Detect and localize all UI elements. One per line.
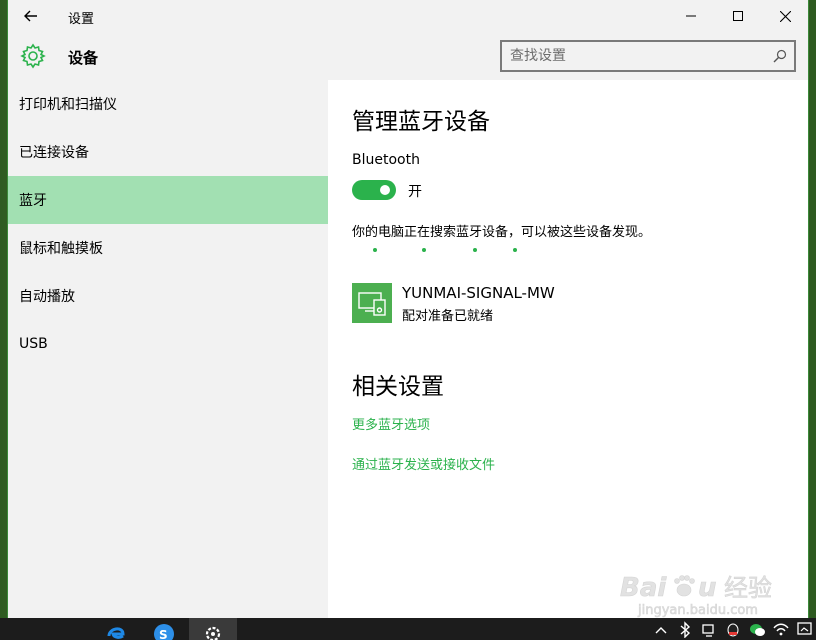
qq-icon[interactable] bbox=[724, 620, 742, 638]
taskbar-edge[interactable] bbox=[92, 618, 140, 640]
sidebar-item-label: 蓝牙 bbox=[19, 193, 47, 209]
device-name[interactable]: YUNMAI-SIGNAL-MW bbox=[402, 284, 555, 302]
taskbar: S bbox=[0, 618, 816, 640]
toggle-knob bbox=[380, 185, 390, 195]
maximize-button[interactable] bbox=[715, 0, 761, 32]
sidebar-item-label: 打印机和扫描仪 bbox=[19, 97, 117, 113]
close-button[interactable] bbox=[762, 0, 808, 32]
edge-icon bbox=[107, 627, 125, 639]
svg-text:S: S bbox=[159, 628, 168, 640]
svg-text:jingyan.baidu.com: jingyan.baidu.com bbox=[637, 603, 758, 618]
bluetooth-toggle[interactable] bbox=[352, 180, 396, 200]
search-icon[interactable] bbox=[772, 48, 788, 64]
progress-dot bbox=[422, 248, 426, 252]
related-settings-title: 相关设置 bbox=[352, 374, 444, 400]
progress-dot bbox=[513, 248, 517, 252]
progress-dot bbox=[473, 248, 477, 252]
header: 设备 bbox=[8, 32, 808, 80]
send-receive-files-link[interactable]: 通过蓝牙发送或接收文件 bbox=[352, 454, 495, 473]
settings-window: 设置 设备 查找设置 打印机和扫描仪 已连接设备 蓝牙 鼠标和触摸板 自动播放 … bbox=[8, 0, 808, 618]
svg-text:u: u bbox=[698, 573, 717, 603]
sidebar-item-bluetooth[interactable]: 蓝牙 bbox=[8, 176, 328, 224]
maximize-icon bbox=[733, 11, 743, 21]
search-input[interactable] bbox=[510, 46, 760, 66]
sidebar-item-label: 已连接设备 bbox=[19, 145, 89, 161]
sidebar-item-label: USB bbox=[19, 336, 48, 352]
network-icon[interactable] bbox=[700, 620, 718, 638]
sidebar-item-usb[interactable]: USB bbox=[8, 320, 328, 368]
chevron-up-icon[interactable] bbox=[652, 620, 670, 638]
back-arrow-icon bbox=[24, 10, 37, 22]
device-status: 配对准备已就绪 bbox=[402, 309, 494, 324]
searching-status-text: 你的电脑正在搜索蓝牙设备，可以被这些设备发现。 bbox=[352, 225, 652, 240]
sidebar-item-connected-devices[interactable]: 已连接设备 bbox=[8, 128, 328, 176]
section-title: 管理蓝牙设备 bbox=[352, 109, 490, 135]
sogou-browser-icon: S bbox=[154, 624, 174, 640]
wifi-icon[interactable] bbox=[772, 620, 790, 638]
device-icon bbox=[358, 292, 386, 316]
bluetooth-icon[interactable] bbox=[676, 620, 694, 638]
svg-text:Bai: Bai bbox=[620, 573, 667, 603]
settings-icon bbox=[205, 626, 221, 640]
minimize-button[interactable] bbox=[668, 0, 714, 32]
main-content: 管理蓝牙设备 Bluetooth 开 你的电脑正在搜索蓝牙设备，可以被这些设备发… bbox=[328, 80, 808, 618]
svg-text:经验: 经验 bbox=[724, 574, 772, 602]
window-title: 设置 bbox=[68, 12, 95, 27]
gear-icon bbox=[20, 43, 46, 69]
sidebar: 打印机和扫描仪 已连接设备 蓝牙 鼠标和触摸板 自动播放 USB bbox=[8, 80, 328, 618]
sidebar-item-label: 自动播放 bbox=[19, 289, 75, 305]
progress-dot bbox=[373, 248, 377, 252]
device-icon-tile[interactable] bbox=[352, 283, 392, 323]
sidebar-item-mouse-touchpad[interactable]: 鼠标和触摸板 bbox=[8, 224, 328, 272]
bluetooth-label: Bluetooth bbox=[352, 152, 420, 168]
sidebar-item-printers[interactable]: 打印机和扫描仪 bbox=[8, 80, 328, 128]
taskbar-settings[interactable] bbox=[189, 618, 237, 640]
sidebar-item-autoplay[interactable]: 自动播放 bbox=[8, 272, 328, 320]
baidu-watermark-logo: Bai u 经验 jingyan.baidu.com bbox=[620, 573, 772, 618]
wechat-icon[interactable] bbox=[748, 620, 766, 638]
minimize-icon bbox=[686, 15, 696, 17]
taskbar-sogou[interactable]: S bbox=[140, 618, 188, 640]
title-bar: 设置 bbox=[8, 0, 808, 32]
search-box[interactable] bbox=[500, 40, 796, 72]
close-icon bbox=[779, 10, 791, 22]
notification-icon[interactable] bbox=[796, 620, 814, 638]
back-button[interactable] bbox=[18, 4, 44, 28]
page-title: 设备 bbox=[68, 49, 99, 67]
more-bluetooth-options-link[interactable]: 更多蓝牙选项 bbox=[352, 414, 430, 433]
toggle-state-label: 开 bbox=[408, 184, 422, 200]
sidebar-item-label: 鼠标和触摸板 bbox=[19, 241, 103, 257]
